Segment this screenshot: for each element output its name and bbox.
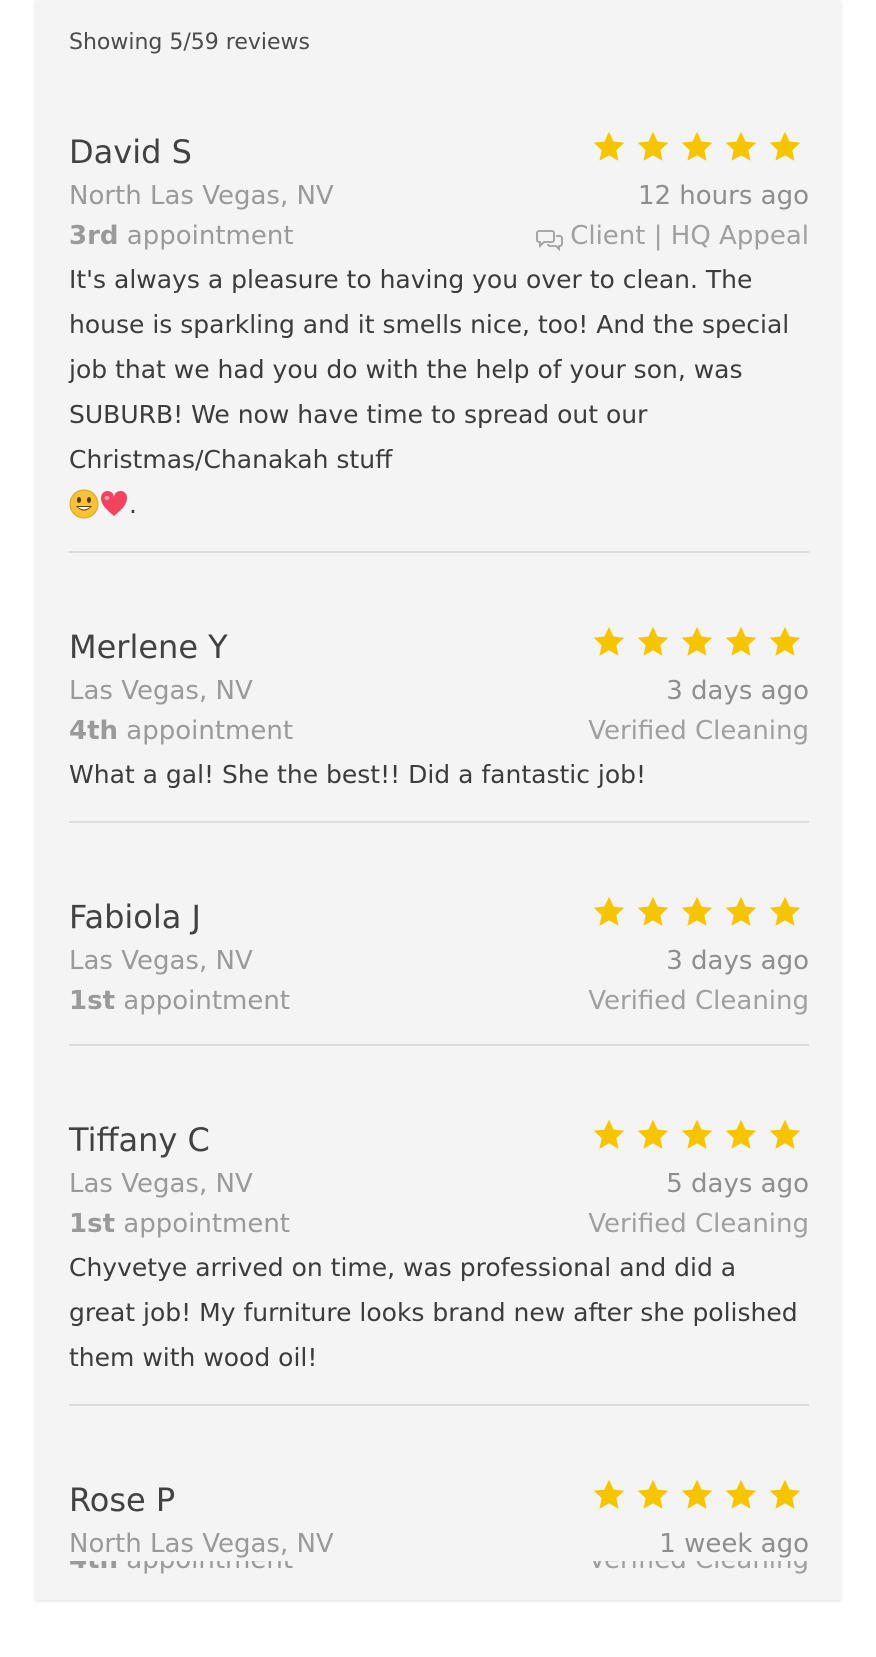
review-item: David S North Las Vegas, NV 12 hours ago… xyxy=(69,112,809,553)
reviewer-location: Las Vegas, NV xyxy=(69,1169,253,1199)
star-icon xyxy=(679,624,715,660)
appointment-label: appointment xyxy=(118,221,294,251)
review-list: David S North Las Vegas, NV 12 hours ago… xyxy=(69,112,809,1657)
appointment-number: 4th xyxy=(69,1561,118,1575)
star-icon xyxy=(591,1117,627,1153)
review-time: 3 days ago xyxy=(666,676,809,706)
star-icon xyxy=(767,624,803,660)
appointment-number: 3rd xyxy=(69,221,119,251)
star-icon xyxy=(635,624,671,660)
star-rating xyxy=(591,624,803,660)
appointment-label: appointment xyxy=(115,986,291,1016)
review-item: Merlene Y Las Vegas, NV 3 days ago 4th a… xyxy=(69,607,809,823)
star-rating xyxy=(591,894,803,930)
appointment-label: appointment xyxy=(115,1209,291,1239)
star-icon xyxy=(679,129,715,165)
appointment-number: 1st xyxy=(69,1209,115,1239)
review-item: Fabiola J Las Vegas, NV 3 days ago 1st a… xyxy=(69,877,809,1046)
review-source: Verified Cleaning xyxy=(588,712,809,750)
reviewer-location: North Las Vegas, NV xyxy=(69,181,334,211)
review-text: What a gal! She the best!! Did a fantast… xyxy=(69,760,647,789)
star-icon xyxy=(767,894,803,930)
star-icon xyxy=(635,1477,671,1513)
review-source-label: Client | HQ Appeal xyxy=(570,221,809,251)
appointment-count: 4th appointment xyxy=(69,712,293,750)
star-icon xyxy=(767,129,803,165)
reviewer-location: Las Vegas, NV xyxy=(69,946,253,976)
review-item: Tiffany C Las Vegas, NV 5 days ago 1st a… xyxy=(69,1100,809,1406)
star-icon xyxy=(679,1477,715,1513)
appointment-count: 1st appointment xyxy=(69,982,290,1020)
star-rating xyxy=(591,129,803,165)
appointment-count: 3rd appointment xyxy=(69,217,294,255)
review-text: It's always a pleasure to having you ove… xyxy=(69,257,809,527)
appointment-count: 4th appointment xyxy=(69,1561,293,1579)
chat-bubbles-icon xyxy=(536,224,564,252)
review-source: Client | HQ Appeal xyxy=(536,217,809,255)
heart-emoji-icon xyxy=(99,488,129,518)
star-icon xyxy=(723,129,759,165)
star-icon xyxy=(591,894,627,930)
appointment-number: 4th xyxy=(69,716,119,746)
review-text-content: It's always a pleasure to having you ove… xyxy=(69,265,790,474)
review-source-label: Verified Cleaning xyxy=(588,1561,809,1579)
star-icon xyxy=(679,1117,715,1153)
appointment-label: appointment xyxy=(118,1561,293,1575)
reviews-panel: Showing 5/59 reviews David S North Las V… xyxy=(35,0,841,1600)
star-icon xyxy=(591,624,627,660)
star-icon xyxy=(723,894,759,930)
review-item: Rose P North Las Vegas, NV 1 week ago 4t… xyxy=(69,1460,809,1603)
star-icon xyxy=(635,129,671,165)
review-text-end: . xyxy=(129,490,137,519)
review-text: Chyvetye arrived on time, was profession… xyxy=(69,1253,798,1372)
review-source-label: Verified Cleaning xyxy=(588,1209,809,1239)
review-source: Verified Cleaning xyxy=(588,1205,809,1243)
star-icon xyxy=(723,624,759,660)
star-icon xyxy=(591,1477,627,1513)
review-time: 3 days ago xyxy=(666,946,809,976)
star-icon xyxy=(635,1117,671,1153)
reviewer-location: North Las Vegas, NV xyxy=(69,1529,334,1559)
star-icon xyxy=(591,129,627,165)
star-icon xyxy=(723,1477,759,1513)
reviews-count: Showing 5/59 reviews xyxy=(69,30,310,55)
star-rating xyxy=(591,1117,803,1153)
reviewer-location: Las Vegas, NV xyxy=(69,676,253,706)
star-icon xyxy=(635,894,671,930)
review-source-label: Verified Cleaning xyxy=(588,986,809,1016)
star-icon xyxy=(723,1117,759,1153)
star-icon xyxy=(767,1117,803,1153)
review-source: Verified Cleaning xyxy=(588,982,809,1020)
star-rating xyxy=(591,1477,803,1513)
star-icon xyxy=(767,1477,803,1513)
star-icon xyxy=(679,894,715,930)
review-time: 12 hours ago xyxy=(637,181,809,211)
appointment-label: appointment xyxy=(118,716,294,746)
review-source: Verified Cleaning xyxy=(588,1561,809,1579)
appointment-number: 1st xyxy=(69,986,115,1016)
review-time: 5 days ago xyxy=(666,1169,809,1199)
smiley-emoji-icon xyxy=(69,488,99,519)
review-source-label: Verified Cleaning xyxy=(588,716,809,746)
review-time: 1 week ago xyxy=(659,1529,809,1559)
appointment-count: 1st appointment xyxy=(69,1205,290,1243)
